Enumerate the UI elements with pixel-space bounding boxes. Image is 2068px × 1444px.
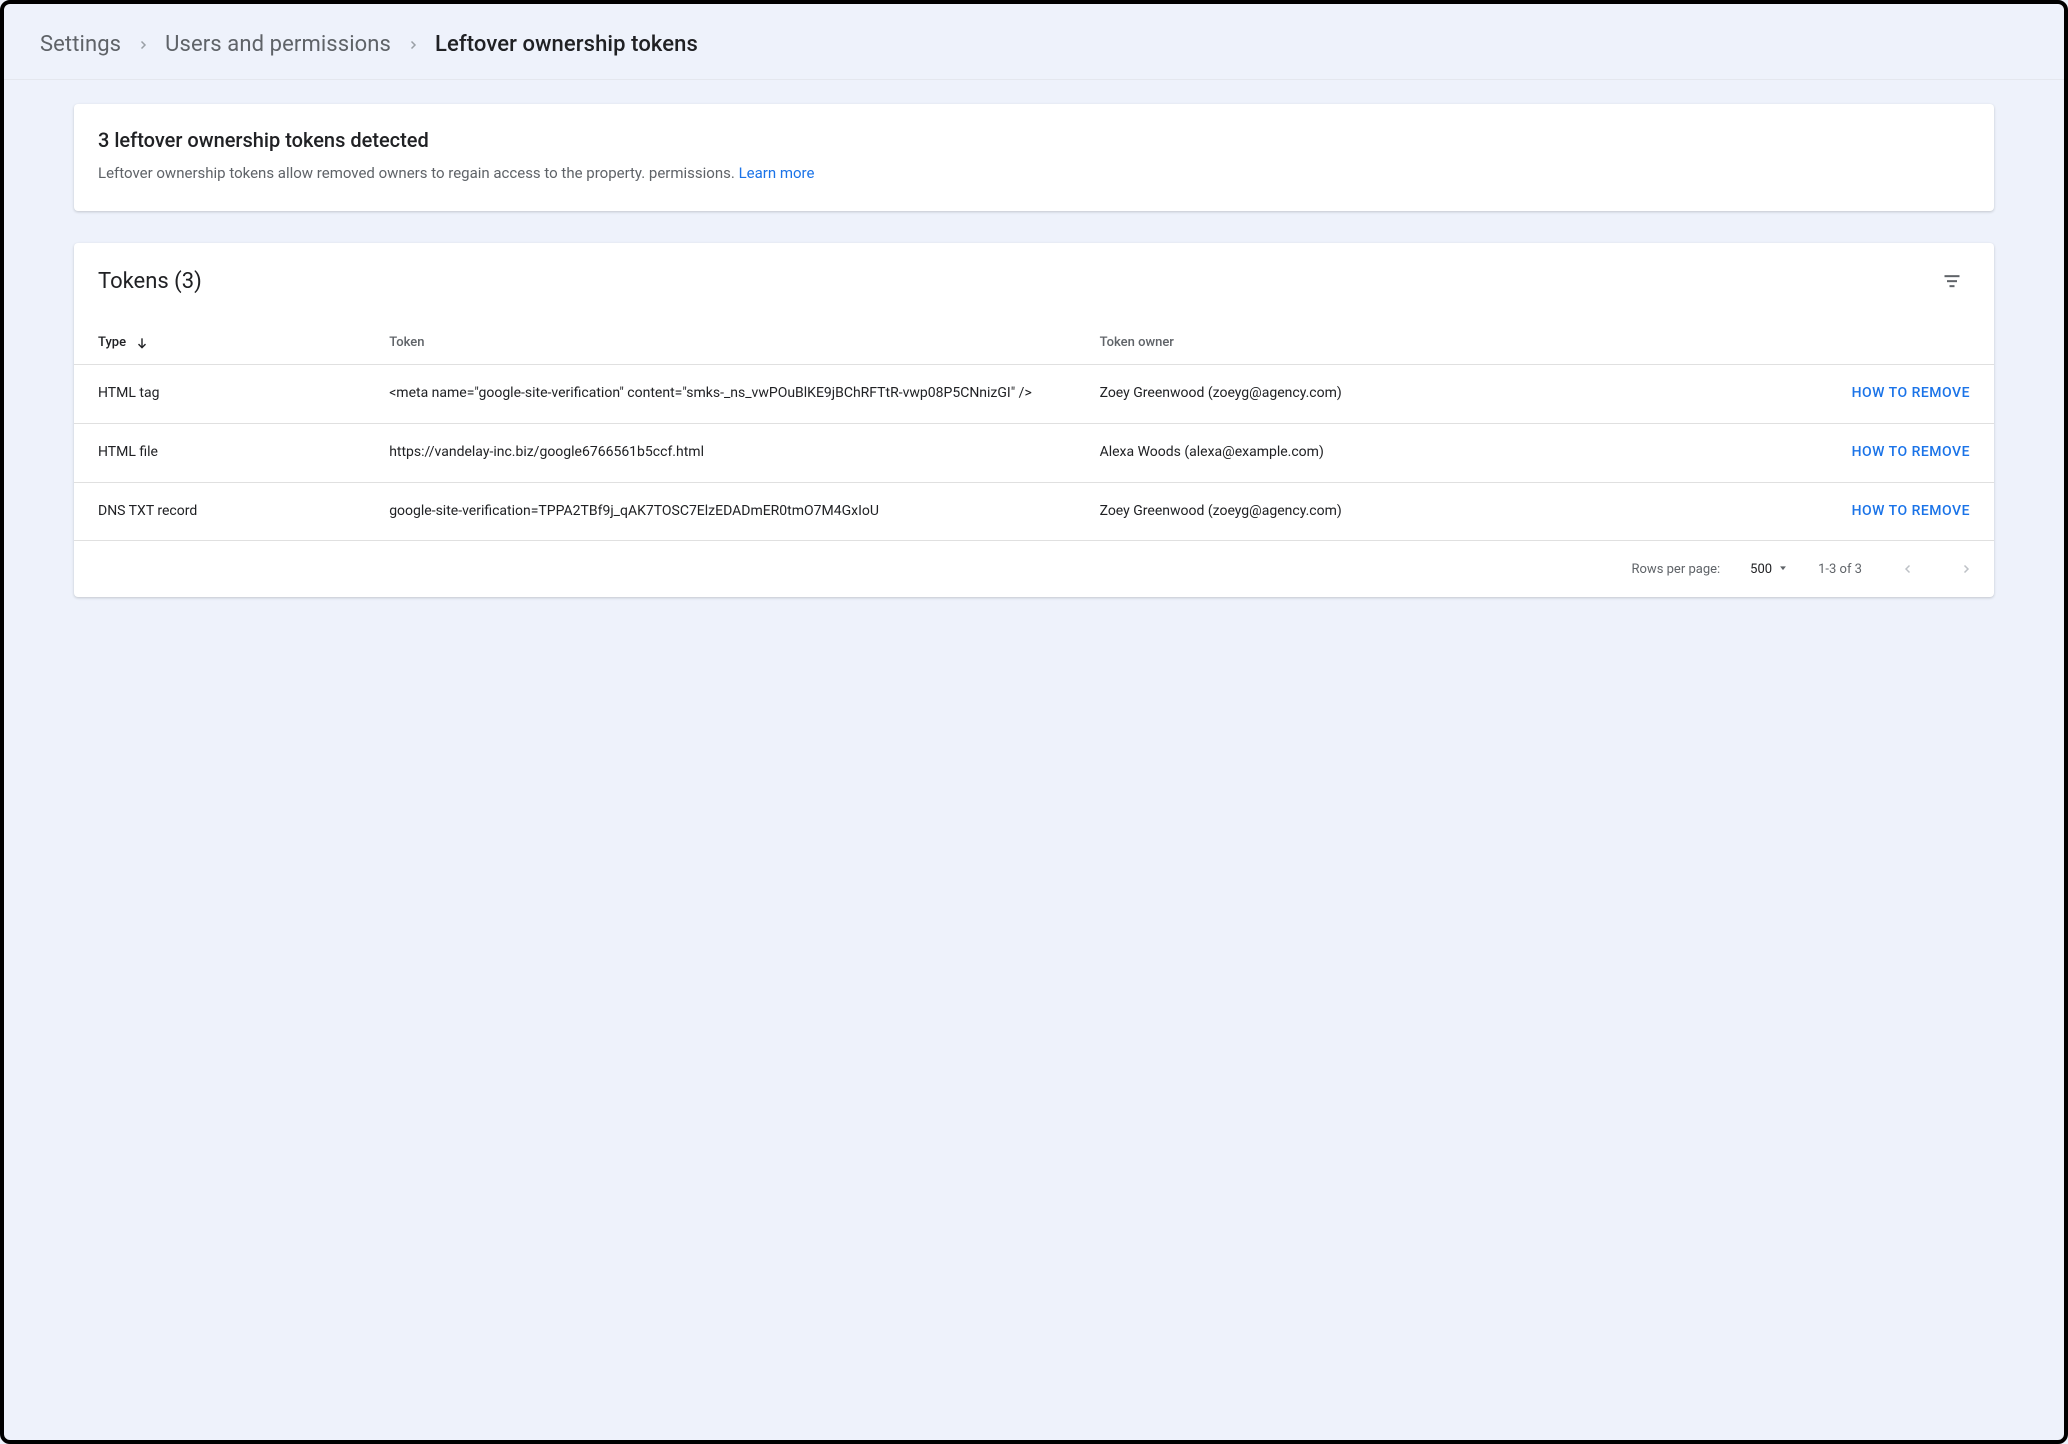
- table-row: DNS TXT record google-site-verification=…: [74, 482, 1994, 541]
- pagination-range: 1-3 of 3: [1818, 562, 1862, 577]
- breadcrumb-users-permissions[interactable]: Users and permissions: [165, 32, 391, 57]
- cell-token: https://vandelay-inc.biz/google6766561b5…: [381, 423, 1091, 482]
- breadcrumb-current: Leftover ownership tokens: [435, 32, 698, 57]
- column-header-type[interactable]: Type: [74, 323, 381, 365]
- how-to-remove-button[interactable]: HOW TO REMOVE: [1852, 503, 1970, 519]
- column-header-type-label: Type: [98, 335, 126, 350]
- column-header-action: [1648, 323, 1994, 365]
- prev-page-button[interactable]: [1892, 553, 1924, 585]
- banner-body: Leftover ownership tokens allow removed …: [98, 162, 1970, 185]
- cell-type: DNS TXT record: [74, 482, 381, 541]
- breadcrumb-settings[interactable]: Settings: [40, 32, 121, 57]
- rows-per-page-label: Rows per page:: [1632, 562, 1721, 577]
- cell-owner: Zoey Greenwood (zoeyg@agency.com): [1092, 365, 1649, 424]
- banner-body-text: Leftover ownership tokens allow removed …: [98, 164, 739, 182]
- cell-type: HTML file: [74, 423, 381, 482]
- filter-icon[interactable]: [1934, 263, 1970, 299]
- tokens-table-title: Tokens (3): [98, 269, 202, 294]
- tokens-table: Type Token Token owner HTML tag <meta n: [74, 323, 1994, 541]
- cell-token: <meta name="google-site-verification" co…: [381, 365, 1091, 424]
- tokens-card: Tokens (3) Type: [74, 243, 1994, 597]
- rows-per-page-value: 500: [1750, 562, 1772, 577]
- table-row: HTML file https://vandelay-inc.biz/googl…: [74, 423, 1994, 482]
- chevron-right-icon: [407, 39, 419, 51]
- breadcrumb: Settings Users and permissions Leftover …: [4, 4, 2064, 80]
- table-row: HTML tag <meta name="google-site-verific…: [74, 365, 1994, 424]
- column-header-owner[interactable]: Token owner: [1092, 323, 1649, 365]
- chevron-right-icon: [137, 39, 149, 51]
- cell-owner: Alexa Woods (alexa@example.com): [1092, 423, 1649, 482]
- how-to-remove-button[interactable]: HOW TO REMOVE: [1852, 385, 1970, 401]
- cell-token: google-site-verification=TPPA2TBf9j_qAK7…: [381, 482, 1091, 541]
- how-to-remove-button[interactable]: HOW TO REMOVE: [1852, 444, 1970, 460]
- table-footer: Rows per page: 500 1-3 of 3: [74, 541, 1994, 597]
- chevron-down-icon: [1778, 562, 1788, 577]
- arrow-down-icon: [135, 336, 149, 350]
- column-header-token[interactable]: Token: [381, 323, 1091, 365]
- banner-title: 3 leftover ownership tokens detected: [98, 128, 1970, 152]
- info-banner: 3 leftover ownership tokens detected Lef…: [74, 104, 1994, 211]
- cell-owner: Zoey Greenwood (zoeyg@agency.com): [1092, 482, 1649, 541]
- next-page-button[interactable]: [1950, 553, 1982, 585]
- learn-more-link[interactable]: Learn more: [739, 164, 815, 182]
- cell-type: HTML tag: [74, 365, 381, 424]
- rows-per-page-select[interactable]: 500: [1750, 562, 1788, 577]
